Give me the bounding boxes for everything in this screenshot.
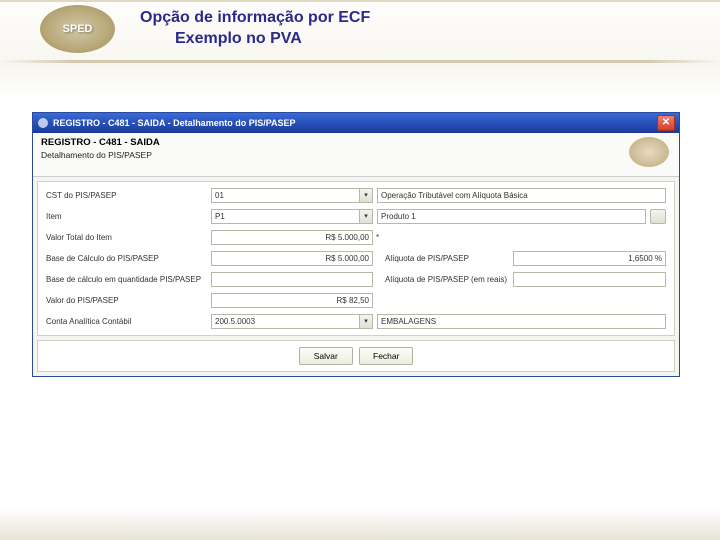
label-item: Item <box>46 212 211 221</box>
logo-text: SPED <box>63 23 93 35</box>
row-item: Item P1 ▾ Produto 1 <box>46 207 666 225</box>
label-valor-total: Valor Total do Item <box>46 233 211 242</box>
conta-code-field[interactable]: 200.5.0003 <box>211 314 359 329</box>
item-combo[interactable]: P1 ▾ <box>211 209 373 224</box>
record-subtitle: Detalhamento do PIS/PASEP <box>41 150 671 160</box>
aliquota-reais-field[interactable] <box>513 272 666 287</box>
sped-logo: SPED <box>40 5 115 53</box>
save-button[interactable]: Salvar <box>299 347 353 365</box>
cst-combo[interactable]: 01 ▾ <box>211 188 373 203</box>
slide-title-line1: Opção de informação por ECF <box>140 8 370 29</box>
row-conta: Conta Analítica Contábil 200.5.0003 ▾ EM… <box>46 312 666 330</box>
conta-desc-field: EMBALAGENS <box>377 314 666 329</box>
valor-pis-field[interactable]: R$ 82,50 <box>211 293 373 308</box>
chevron-down-icon[interactable]: ▾ <box>359 188 373 203</box>
button-bar: Salvar Fechar <box>37 340 675 372</box>
label-cst: CST do PIS/PASEP <box>46 191 211 200</box>
cst-code-field[interactable]: 01 <box>211 188 359 203</box>
record-title: REGISTRO - C481 - SAIDA <box>41 137 671 148</box>
window-title-text: REGISTRO - C481 - SAIDA - Detalhamento d… <box>53 118 657 128</box>
row-cst: CST do PIS/PASEP 01 ▾ Operação Tributáve… <box>46 186 666 204</box>
close-button[interactable]: Fechar <box>359 347 413 365</box>
row-base-calc-qtd: Base de cálculo em quantidade PIS/PASEP … <box>46 270 666 288</box>
app-window: REGISTRO - C481 - SAIDA - Detalhamento d… <box>32 112 680 377</box>
required-marker: * <box>376 233 379 242</box>
cst-desc-field: Operação Tributável com Alíquota Básica <box>377 188 666 203</box>
base-calc-field[interactable]: R$ 5.000,00 <box>211 251 373 266</box>
app-icon <box>37 117 49 129</box>
label-aliquota-reais: Alíquota de PIS/PASEP (em reais) <box>385 275 513 284</box>
label-base-calc-qtd: Base de cálculo em quantidade PIS/PASEP <box>46 275 211 284</box>
label-aliquota: Alíquota de PIS/PASEP <box>385 254 513 263</box>
chevron-down-icon[interactable]: ▾ <box>359 314 373 329</box>
slide-title: Opção de informação por ECF Exemplo no P… <box>140 8 370 50</box>
aliquota-field[interactable]: 1,6500 % <box>513 251 666 266</box>
valor-total-field[interactable]: R$ 5.000,00 <box>211 230 373 245</box>
record-header: REGISTRO - C481 - SAIDA Detalhamento do … <box>33 133 679 177</box>
label-valor-pis: Valor do PIS/PASEP <box>46 296 211 305</box>
close-icon[interactable]: ✕ <box>657 115 675 131</box>
item-desc-field: Produto 1 <box>377 209 646 224</box>
form-panel: CST do PIS/PASEP 01 ▾ Operação Tributáve… <box>37 181 675 336</box>
row-valor-pis: Valor do PIS/PASEP R$ 82,50 <box>46 291 666 309</box>
row-base-calc: Base de Cálculo do PIS/PASEP R$ 5.000,00… <box>46 249 666 267</box>
window-titlebar: REGISTRO - C481 - SAIDA - Detalhamento d… <box>33 113 679 133</box>
chevron-down-icon[interactable]: ▾ <box>359 209 373 224</box>
label-base-calc: Base de Cálculo do PIS/PASEP <box>46 254 211 263</box>
label-conta: Conta Analítica Contábil <box>46 317 211 326</box>
conta-combo[interactable]: 200.5.0003 ▾ <box>211 314 373 329</box>
header-logo <box>629 137 669 167</box>
item-lookup-button[interactable] <box>650 209 666 224</box>
slide-title-line2: Exemplo no PVA <box>140 29 370 50</box>
base-calc-qtd-field[interactable] <box>211 272 373 287</box>
row-valor-total: Valor Total do Item R$ 5.000,00 * <box>46 228 666 246</box>
item-code-field[interactable]: P1 <box>211 209 359 224</box>
title-divider <box>0 60 720 63</box>
